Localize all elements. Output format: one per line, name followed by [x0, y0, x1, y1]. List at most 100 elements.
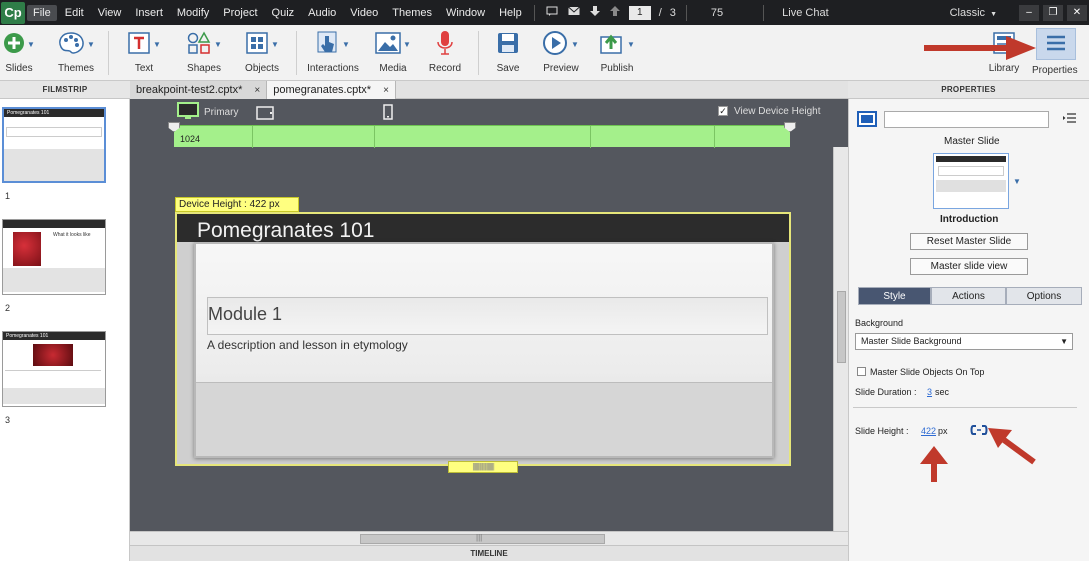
shapes-button[interactable]: ▼ Shapes	[180, 29, 228, 77]
interactions-button[interactable]: ▼ Interactions	[302, 29, 364, 77]
menu-view[interactable]: View	[92, 5, 128, 21]
arrow-up-icon[interactable]	[609, 6, 620, 19]
slide-type-icon	[857, 111, 877, 130]
filmstrip-panel: Pomegranates 101 1 What it looks like 2 …	[0, 99, 130, 561]
mobile-icon[interactable]	[383, 104, 393, 123]
menu-audio[interactable]: Audio	[302, 5, 342, 21]
tab-pomegranates[interactable]: pomegranates.cptx* ×	[267, 81, 396, 99]
page-separator: /	[658, 6, 662, 19]
interactions-label: Interactions	[307, 63, 359, 74]
menu-insert[interactable]: Insert	[129, 5, 169, 21]
breakpoint-header: Primary ✓ View Device Height	[130, 99, 848, 125]
slide-canvas[interactable]: Pomegranates 101 Module 1 A description …	[175, 212, 791, 466]
tab-style[interactable]: Style	[858, 287, 931, 305]
live-chat-link[interactable]: Live Chat	[782, 7, 828, 19]
current-page-input[interactable]: 1	[628, 5, 651, 20]
monitor-icon[interactable]	[177, 102, 199, 123]
preview-label: Preview	[543, 63, 579, 74]
record-button[interactable]: Record	[424, 29, 466, 77]
list-options-icon[interactable]	[1063, 112, 1077, 127]
thumb-lower	[3, 388, 105, 404]
master-slide-view-button[interactable]: Master slide view	[910, 258, 1028, 275]
view-device-height-checkbox[interactable]: ✓	[718, 106, 728, 116]
mail-icon[interactable]	[567, 6, 580, 19]
filmstrip-header: FILMSTRIP	[0, 81, 130, 99]
tab-label: pomegranates.cptx*	[273, 84, 372, 96]
tab-breakpoint-test2[interactable]: breakpoint-test2.cptx* ×	[130, 81, 268, 99]
slide-number: 2	[5, 303, 11, 313]
menu-separator	[533, 4, 535, 21]
ruler-divider	[590, 126, 591, 148]
breakpoint-width-label: 1024	[180, 134, 201, 144]
master-slide-name: Introduction	[940, 214, 999, 225]
tab-options[interactable]: Options	[1006, 287, 1082, 305]
menu-video[interactable]: Video	[344, 5, 384, 21]
breakpoint-handle-left[interactable]	[168, 122, 180, 132]
comment-icon[interactable]	[546, 6, 558, 20]
close-icon[interactable]: ✕	[1067, 4, 1087, 21]
vertical-scrollbar[interactable]	[833, 147, 848, 531]
horizontal-scrollbar[interactable]: |||	[130, 531, 848, 545]
menu-separator	[685, 4, 687, 21]
content-placeholder[interactable]: Module 1 A description and lesson in ety…	[194, 242, 774, 458]
objects-button[interactable]: ▼ Objects	[238, 29, 286, 77]
media-label: Media	[379, 63, 407, 74]
publish-icon	[599, 31, 625, 58]
toolbar-separator	[108, 31, 109, 75]
tablet-icon[interactable]	[256, 106, 274, 123]
breakpoint-ruler[interactable]: 1024	[168, 122, 796, 148]
arrow-down-icon[interactable]	[589, 6, 600, 19]
slides-button[interactable]: ▼ Slides	[0, 29, 38, 77]
captivate-window: Cp File Edit View Insert Modify Project …	[0, 0, 1089, 561]
save-label: Save	[496, 63, 520, 74]
close-icon[interactable]: ×	[383, 85, 389, 96]
caret-down-icon[interactable]: ▼	[1013, 177, 1021, 186]
thumb-image	[13, 232, 41, 266]
objects-label: Objects	[245, 63, 279, 74]
background-dropdown[interactable]: Master Slide Background ▼	[855, 333, 1073, 350]
zoom-level[interactable]: 75	[711, 7, 723, 19]
menu-help[interactable]: Help	[493, 5, 528, 21]
text-button[interactable]: ▼ Text	[120, 29, 168, 77]
vertical-scroll-thumb[interactable]	[837, 291, 846, 363]
menu-window[interactable]: Window	[440, 5, 491, 21]
reset-master-slide-button[interactable]: Reset Master Slide	[910, 233, 1028, 250]
tab-actions[interactable]: Actions	[931, 287, 1006, 305]
properties-button[interactable]	[1036, 28, 1076, 60]
slide-duration-value[interactable]: 3	[927, 387, 932, 397]
publish-button[interactable]: ▼ Publish	[594, 29, 640, 77]
menu-modify[interactable]: Modify	[171, 5, 215, 21]
master-slide-thumbnail[interactable]	[933, 153, 1009, 209]
workspace-selector[interactable]: Classic ▼	[950, 7, 997, 19]
slide-title-bar: Pomegranates 101	[177, 214, 789, 242]
slide-height-unit: px	[938, 426, 948, 436]
slide-height-resize-handle[interactable]: ||||||||||||||||||||	[448, 461, 518, 473]
menu-edit[interactable]: Edit	[59, 5, 90, 21]
preview-button[interactable]: ▼ Preview	[538, 29, 584, 77]
horizontal-scroll-thumb[interactable]: |||	[360, 533, 605, 544]
slide-name-input[interactable]	[884, 111, 1049, 128]
module-title: Module 1	[208, 304, 283, 324]
menu-themes[interactable]: Themes	[386, 5, 438, 21]
slide-height-value[interactable]: 422	[921, 426, 936, 436]
objects-on-top-checkbox[interactable]	[857, 367, 866, 376]
module-description[interactable]: A description and lesson in etymology	[207, 338, 408, 352]
media-button[interactable]: ▼ Media	[370, 29, 416, 77]
themes-button[interactable]: ▼ Themes	[52, 29, 100, 77]
slide-title[interactable]: Pomegranates 101	[197, 219, 374, 243]
breakpoint-handle-right[interactable]	[784, 122, 796, 132]
module-title-box[interactable]: Module 1	[207, 297, 768, 335]
close-icon[interactable]: ×	[254, 85, 260, 96]
save-button[interactable]: Save	[488, 29, 528, 77]
slide-thumbnail-2[interactable]: What it looks like	[2, 219, 106, 295]
slide-thumbnail-3[interactable]: Pomegranates 101	[2, 331, 106, 407]
objects-icon	[245, 31, 269, 58]
thumb-title: Pomegranates 101	[6, 333, 49, 339]
minimize-icon[interactable]: –	[1019, 4, 1039, 21]
slide-thumbnail-1[interactable]: Pomegranates 101	[2, 107, 106, 183]
menu-project[interactable]: Project	[217, 5, 263, 21]
timeline-header[interactable]: TIMELINE	[130, 545, 848, 561]
restore-icon[interactable]: ❐	[1043, 4, 1063, 21]
menu-quiz[interactable]: Quiz	[266, 5, 301, 21]
menu-file[interactable]: File	[27, 4, 57, 21]
